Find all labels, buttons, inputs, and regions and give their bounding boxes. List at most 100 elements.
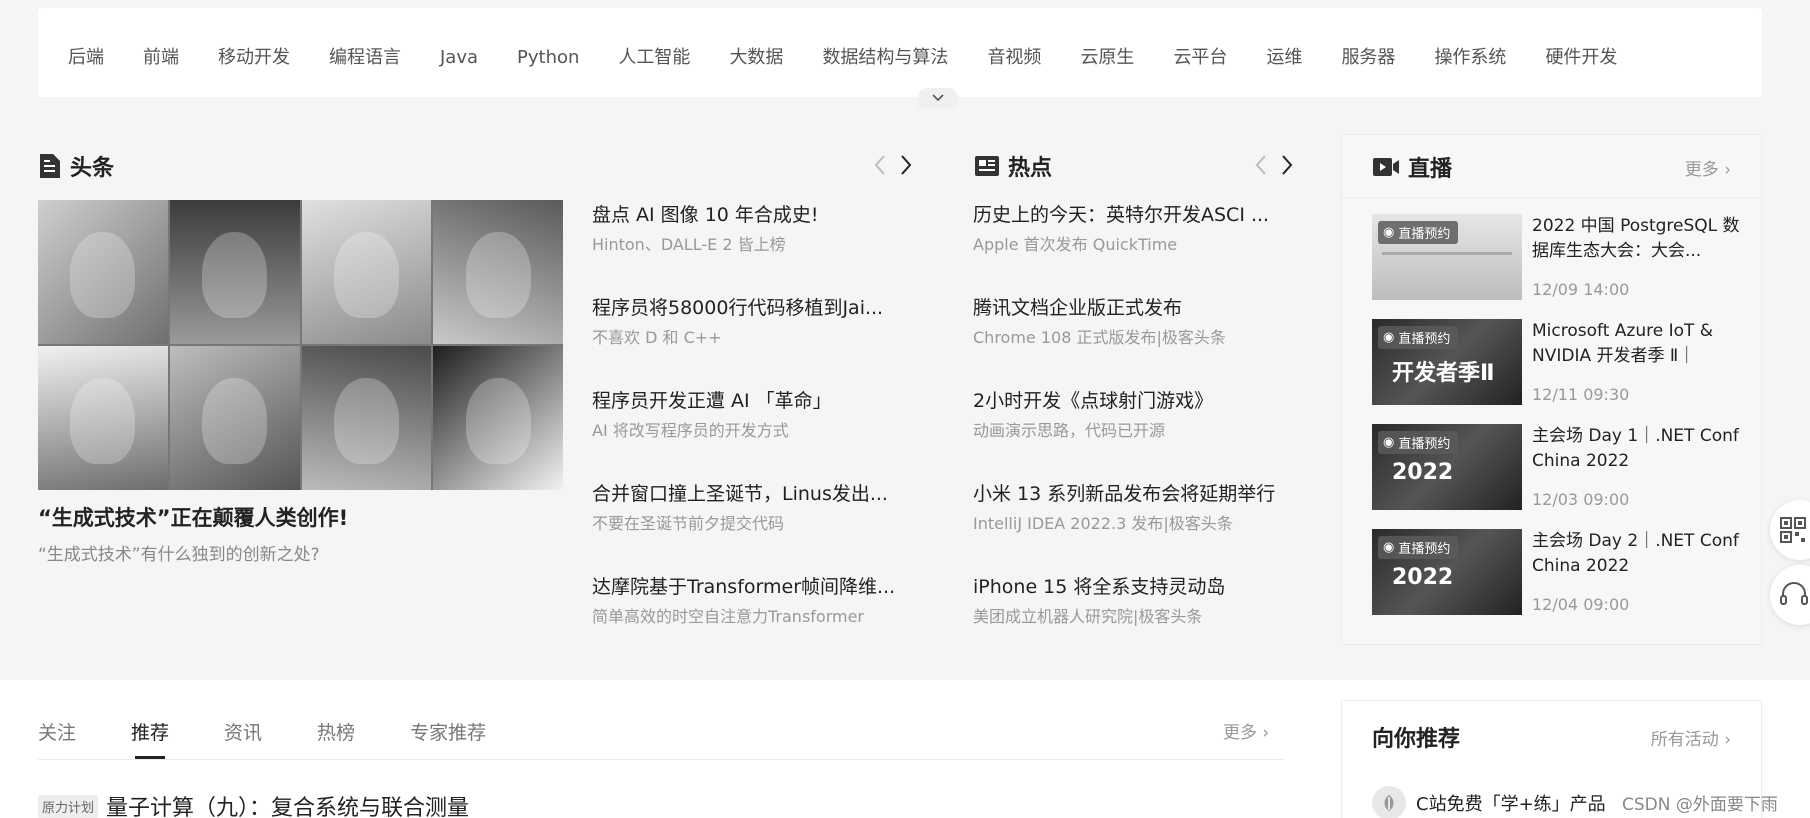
divider	[38, 759, 1285, 760]
list-item[interactable]: iPhone 15 将全系支持灵动岛 美团成立机器人研究院|极客头条	[973, 574, 1289, 665]
tab-expert[interactable]: 专家推荐	[410, 718, 486, 745]
recommend-item-label[interactable]: C站免费「学+练」产品	[1416, 790, 1606, 816]
chevron-down-icon	[932, 94, 944, 102]
news-title[interactable]: 小米 13 系列新品发布会将延期举行	[973, 481, 1289, 507]
list-item[interactable]: 历史上的今天：英特尔开发ASCI ... Apple 首次发布 QuickTime	[973, 202, 1289, 293]
thumbnail-text: 2022	[1392, 565, 1454, 590]
hot-header: 热点	[974, 150, 1052, 182]
live-badge: ◉ 直播预约	[1378, 431, 1459, 454]
news-title[interactable]: 程序员开发正遭 AI 「革命」	[592, 388, 902, 414]
live-thumbnail[interactable]: ◉ 直播预约 2022	[1372, 529, 1522, 615]
news-title[interactable]: iPhone 15 将全系支持灵动岛	[973, 574, 1289, 600]
news-subtitle: 动画演示思路，代码已开源	[973, 421, 1166, 440]
live-more-link[interactable]: 更多 ›	[1685, 155, 1731, 180]
live-item-date: 12/04 09:00	[1532, 595, 1630, 614]
image-tile	[38, 200, 168, 344]
live-item[interactable]: ◉ 直播预约 2022 主会场 Day 2｜.NET Conf China 202…	[1372, 529, 1742, 615]
news-subtitle: Hinton、DALL-E 2 皆上榜	[592, 235, 786, 254]
headline-title: 头条	[70, 156, 115, 181]
category-item[interactable]: 云平台	[1173, 46, 1227, 70]
live-thumbnail[interactable]: ◉ 直播预约 开发者季Ⅱ	[1372, 319, 1522, 405]
news-title[interactable]: 腾讯文档企业版正式发布	[973, 295, 1289, 321]
divider	[1342, 197, 1761, 198]
live-item-title[interactable]: 主会场 Day 1｜.NET Conf China 2022	[1532, 424, 1742, 474]
article-item[interactable]: 原力计划 量子计算（九）：复合系统与联合测量	[38, 790, 469, 818]
news-title[interactable]: 程序员将58000行代码移植到Jai...	[592, 295, 902, 321]
headline-main-title[interactable]: “生成式技术”正在颠覆人类创作!	[38, 502, 348, 532]
news-title[interactable]: 合并窗口撞上圣诞节，Linus发出...	[592, 481, 902, 507]
category-item[interactable]: 后端	[68, 46, 104, 70]
live-item[interactable]: ◉ 直播预约 开发者季Ⅱ Microsoft Azure IoT & NVIDIA…	[1372, 319, 1742, 405]
headline-image[interactable]	[38, 200, 563, 490]
recommend-title: 向你推荐	[1372, 727, 1461, 752]
news-title[interactable]: 历史上的今天：英特尔开发ASCI ...	[973, 202, 1289, 228]
thumbnail-text: 开发者季Ⅱ	[1392, 361, 1495, 386]
list-item[interactable]: 程序员开发正遭 AI 「革命」 AI 将改写程序员的开发方式	[592, 388, 902, 479]
list-item[interactable]: 程序员将58000行代码移植到Jai... 不喜欢 D 和 C++	[592, 295, 902, 386]
list-item[interactable]: 小米 13 系列新品发布会将延期举行 IntelliJ IDEA 2022.3 发…	[973, 481, 1289, 572]
news-title[interactable]: 2小时开发《点球射门游戏》	[973, 388, 1289, 414]
live-item-title[interactable]: Microsoft Azure IoT & NVIDIA 开发者季 Ⅱ｜Azu.…	[1532, 319, 1742, 369]
hot-title: 热点	[1008, 156, 1053, 181]
recommend-item[interactable]: C站免费「学+练」产品	[1372, 786, 1606, 818]
category-item[interactable]: 编程语言	[329, 46, 401, 70]
live-badge-icon: ◉	[1383, 435, 1395, 450]
list-item[interactable]: 合并窗口撞上圣诞节，Linus发出... 不要在圣诞节前夕提交代码	[592, 481, 902, 572]
image-tile	[169, 200, 300, 344]
category-item[interactable]: 数据结构与算法	[822, 46, 948, 70]
category-item[interactable]: 云原生	[1080, 46, 1134, 70]
article-title[interactable]: 量子计算（九）：复合系统与联合测量	[106, 790, 469, 818]
live-thumbnail[interactable]: ◉ 直播预约	[1372, 214, 1522, 300]
list-item[interactable]: 2小时开发《点球射门游戏》动画演示思路，代码已开源	[973, 388, 1289, 479]
chevron-right-icon[interactable]	[900, 154, 912, 176]
customer-service-button[interactable]	[1770, 565, 1810, 625]
category-item[interactable]: 运维	[1266, 46, 1302, 70]
category-item[interactable]: 前端	[143, 46, 179, 70]
live-item-title[interactable]: 2022 中国 PostgreSQL 数据库生态大会：大会...	[1532, 214, 1742, 264]
headline-arrows	[874, 154, 912, 176]
live-title: 直播	[1408, 157, 1453, 182]
tab-recommend[interactable]: 推荐	[131, 718, 169, 759]
video-icon	[1373, 158, 1399, 176]
hot-news-list: 历史上的今天：英特尔开发ASCI ... Apple 首次发布 QuickTime…	[973, 200, 1289, 665]
live-item-title[interactable]: 主会场 Day 2｜.NET Conf China 2022	[1532, 529, 1742, 579]
live-thumbnail[interactable]: ◉ 直播预约 2022	[1372, 424, 1522, 510]
category-item[interactable]: 大数据	[729, 46, 783, 70]
list-item[interactable]: 盘点 AI 图像 10 年合成史! Hinton、DALL-E 2 皆上榜	[592, 202, 902, 293]
chevron-right-icon[interactable]	[1281, 154, 1293, 176]
live-item[interactable]: ◉ 直播预约 2022 中国 PostgreSQL 数据库生态大会：大会... 12…	[1372, 214, 1742, 300]
news-subtitle: AI 将改写程序员的开发方式	[592, 421, 789, 440]
category-item[interactable]: Python	[517, 46, 579, 70]
expand-categories-button[interactable]	[918, 88, 958, 108]
more-label: 更多	[1223, 723, 1257, 743]
category-item[interactable]: 硬件开发	[1545, 46, 1617, 70]
image-tile	[301, 346, 432, 490]
headline-news-list: 盘点 AI 图像 10 年合成史! Hinton、DALL-E 2 皆上榜 程序员…	[592, 200, 902, 665]
hot-arrows	[1255, 154, 1293, 176]
live-badge-label: 直播预约	[1398, 227, 1451, 242]
category-item[interactable]: 移动开发	[218, 46, 290, 70]
category-item[interactable]: 人工智能	[618, 46, 690, 70]
live-item[interactable]: ◉ 直播预约 2022 主会场 Day 1｜.NET Conf China 202…	[1372, 424, 1742, 510]
image-tile	[169, 346, 300, 490]
more-label: 更多	[1684, 160, 1719, 180]
list-item[interactable]: 达摩院基于Transformer帧间降维... 简单高效的时空自注意力Transf…	[592, 574, 902, 665]
list-item[interactable]: 腾讯文档企业版正式发布 Chrome 108 正式版发布|极客头条	[973, 295, 1289, 386]
headline-main-subtitle: “生成式技术”有什么独到的创新之处?	[38, 545, 320, 565]
all-activities-link[interactable]: 所有活动 ›	[1651, 725, 1731, 750]
category-item[interactable]: 音视频	[987, 46, 1041, 70]
chevron-left-icon[interactable]	[1255, 154, 1267, 176]
live-badge-icon: ◉	[1383, 330, 1395, 345]
news-title[interactable]: 盘点 AI 图像 10 年合成史!	[592, 202, 902, 228]
tab-hot-list[interactable]: 热榜	[317, 718, 355, 745]
category-item[interactable]: Java	[440, 46, 478, 70]
tab-follow[interactable]: 关注	[38, 718, 76, 745]
tab-news[interactable]: 资讯	[224, 718, 262, 745]
category-item[interactable]: 服务器	[1341, 46, 1395, 70]
category-item[interactable]: 操作系统	[1434, 46, 1506, 70]
feed-more-link[interactable]: 更多 ›	[1223, 718, 1269, 743]
qrcode-button[interactable]	[1770, 500, 1810, 560]
chevron-left-icon[interactable]	[874, 154, 886, 176]
document-icon	[40, 154, 60, 178]
news-title[interactable]: 达摩院基于Transformer帧间降维...	[592, 574, 902, 600]
